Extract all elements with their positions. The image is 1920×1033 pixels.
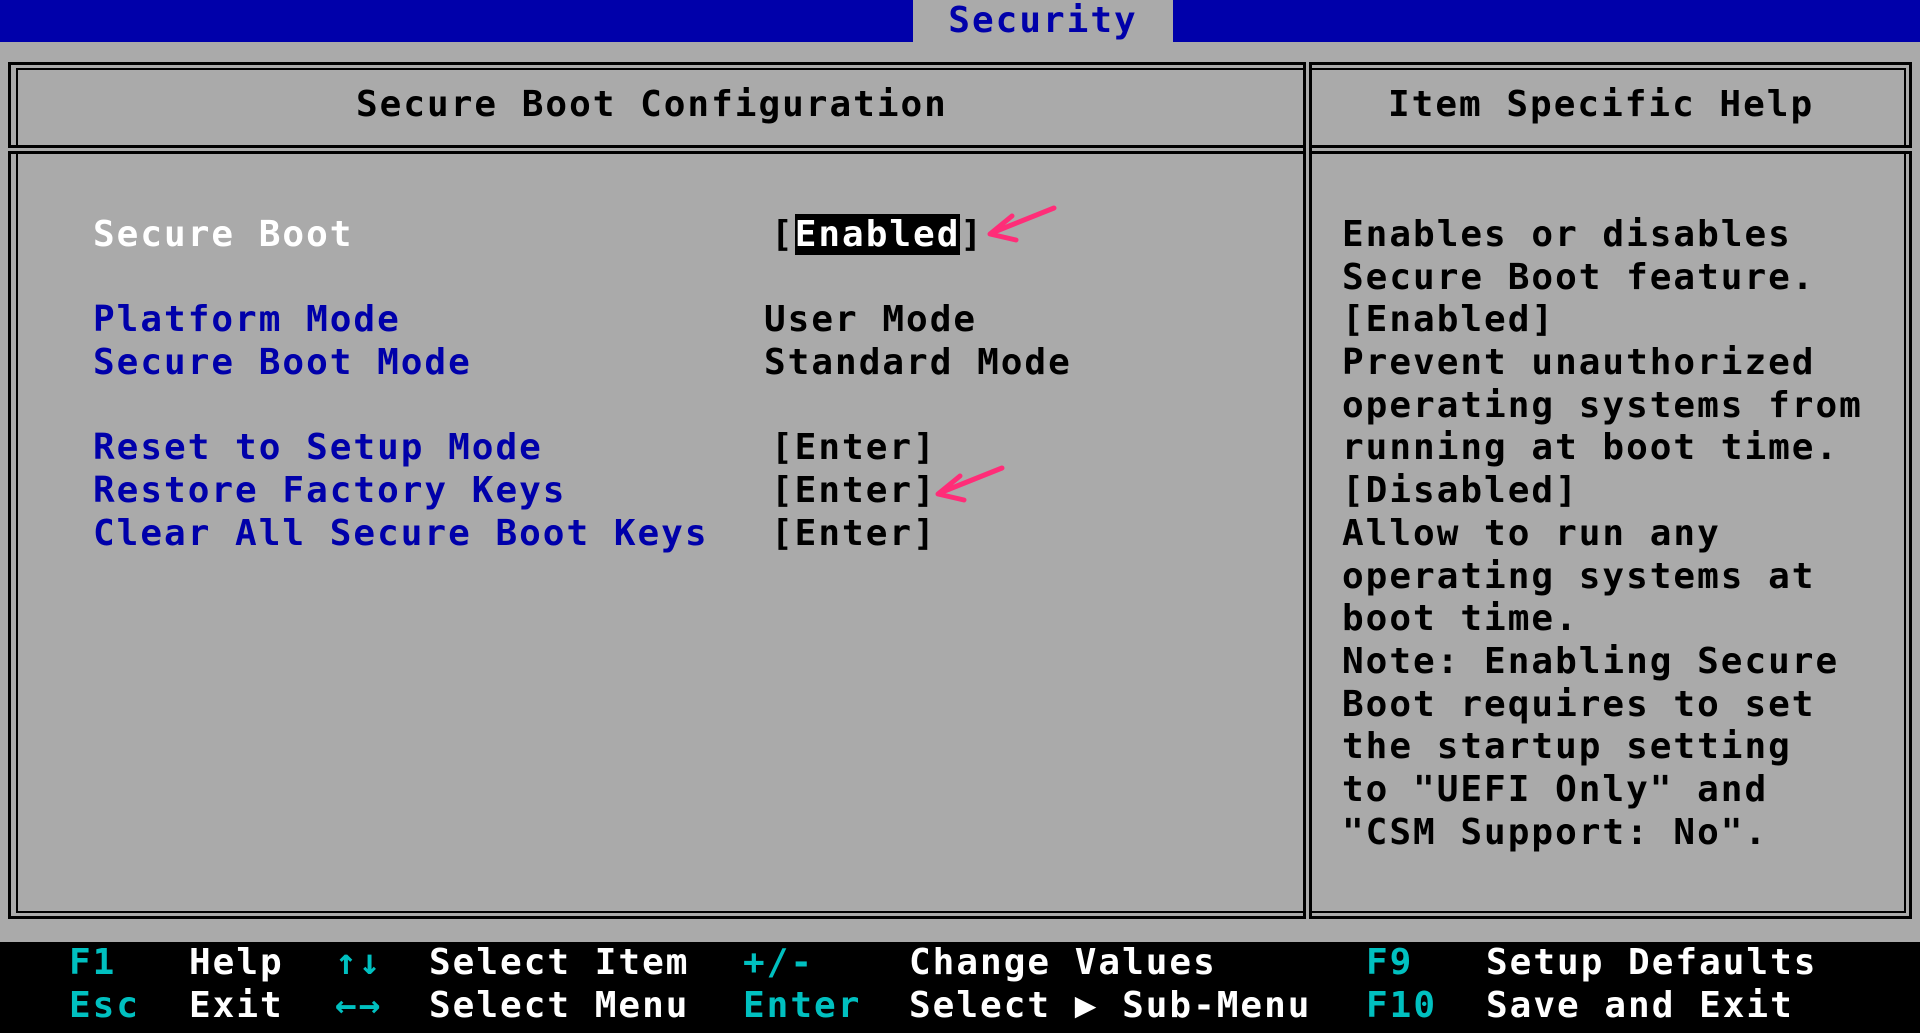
right-panel-title: Item Specific Help [1388,84,1815,125]
help-line: to "UEFI Only" and [1342,769,1769,810]
key-f10-action: Save and Exit [1486,985,1794,1026]
secure-boot-mode-value: Standard Mode [764,342,1072,383]
help-line: Secure Boot feature. [1342,257,1816,298]
key-f9-action: Setup Defaults [1486,942,1818,983]
item-platform-mode[interactable]: Platform Mode [93,299,401,340]
help-line: Note: Enabling Secure [1342,641,1840,682]
key-f10[interactable]: F10 [1366,985,1437,1026]
arrow-pointer-icon [987,205,1057,243]
panel-divider [1303,62,1312,919]
item-reset-to-setup-mode[interactable]: Reset to Setup Mode [93,427,543,468]
arrow-pointer-icon [935,465,1005,503]
tab-security[interactable]: Security [913,0,1173,42]
item-secure-boot-mode[interactable]: Secure Boot Mode [93,342,472,383]
key-plus-minus[interactable]: +/- [743,942,814,983]
help-line: Allow to run any [1342,513,1721,554]
secure-boot-value-selected[interactable]: Enabled [794,214,961,255]
item-restore-factory-keys[interactable]: Restore Factory Keys [93,470,566,511]
key-up-down-arrows[interactable]: ↑↓ [335,942,382,983]
help-line: "CSM Support: No". [1342,812,1769,853]
key-left-right-action: Select Menu [429,985,690,1026]
help-line: the startup setting [1342,726,1792,767]
key-left-right-arrows[interactable]: ←→ [335,985,382,1026]
key-esc[interactable]: Esc [69,985,140,1026]
help-line: [Disabled] [1342,470,1579,511]
key-esc-action: Exit [189,985,284,1026]
help-line: running at boot time. [1342,427,1840,468]
key-f1[interactable]: F1 [69,942,116,983]
platform-mode-value: User Mode [764,299,978,340]
restore-factory-keys-value[interactable]: [Enter] [771,470,937,511]
item-secure-boot[interactable]: Secure Boot [93,214,353,255]
help-line: boot time. [1342,598,1579,639]
reset-to-setup-mode-value[interactable]: [Enter] [771,427,937,468]
help-line: Enables or disables [1342,214,1792,255]
help-line: operating systems from [1342,385,1863,426]
key-plus-minus-action: Change Values [909,942,1217,983]
key-f1-action: Help [189,942,284,983]
help-line: operating systems at [1342,556,1816,597]
item-clear-all-secure-boot-keys[interactable]: Clear All Secure Boot Keys [93,513,709,554]
footer-keybar: F1 Help Esc Exit ↑↓ Select Item ←→ Selec… [0,942,1920,1033]
left-panel-title: Secure Boot Configuration [356,84,948,125]
key-f9[interactable]: F9 [1366,942,1413,983]
header-divider [8,145,1912,154]
key-up-down-action: Select Item [429,942,690,983]
secure-boot-value[interactable]: [Enabled] [771,214,984,255]
key-enter[interactable]: Enter [743,985,861,1026]
help-line: Boot requires to set [1342,684,1816,725]
key-enter-action: Select ▶ Sub-Menu [909,985,1312,1026]
clear-all-secure-boot-keys-value[interactable]: [Enter] [771,513,937,554]
help-line: [Enabled] [1342,299,1556,340]
help-line: Prevent unauthorized [1342,342,1816,383]
top-menu-bar: Security [0,0,1920,42]
